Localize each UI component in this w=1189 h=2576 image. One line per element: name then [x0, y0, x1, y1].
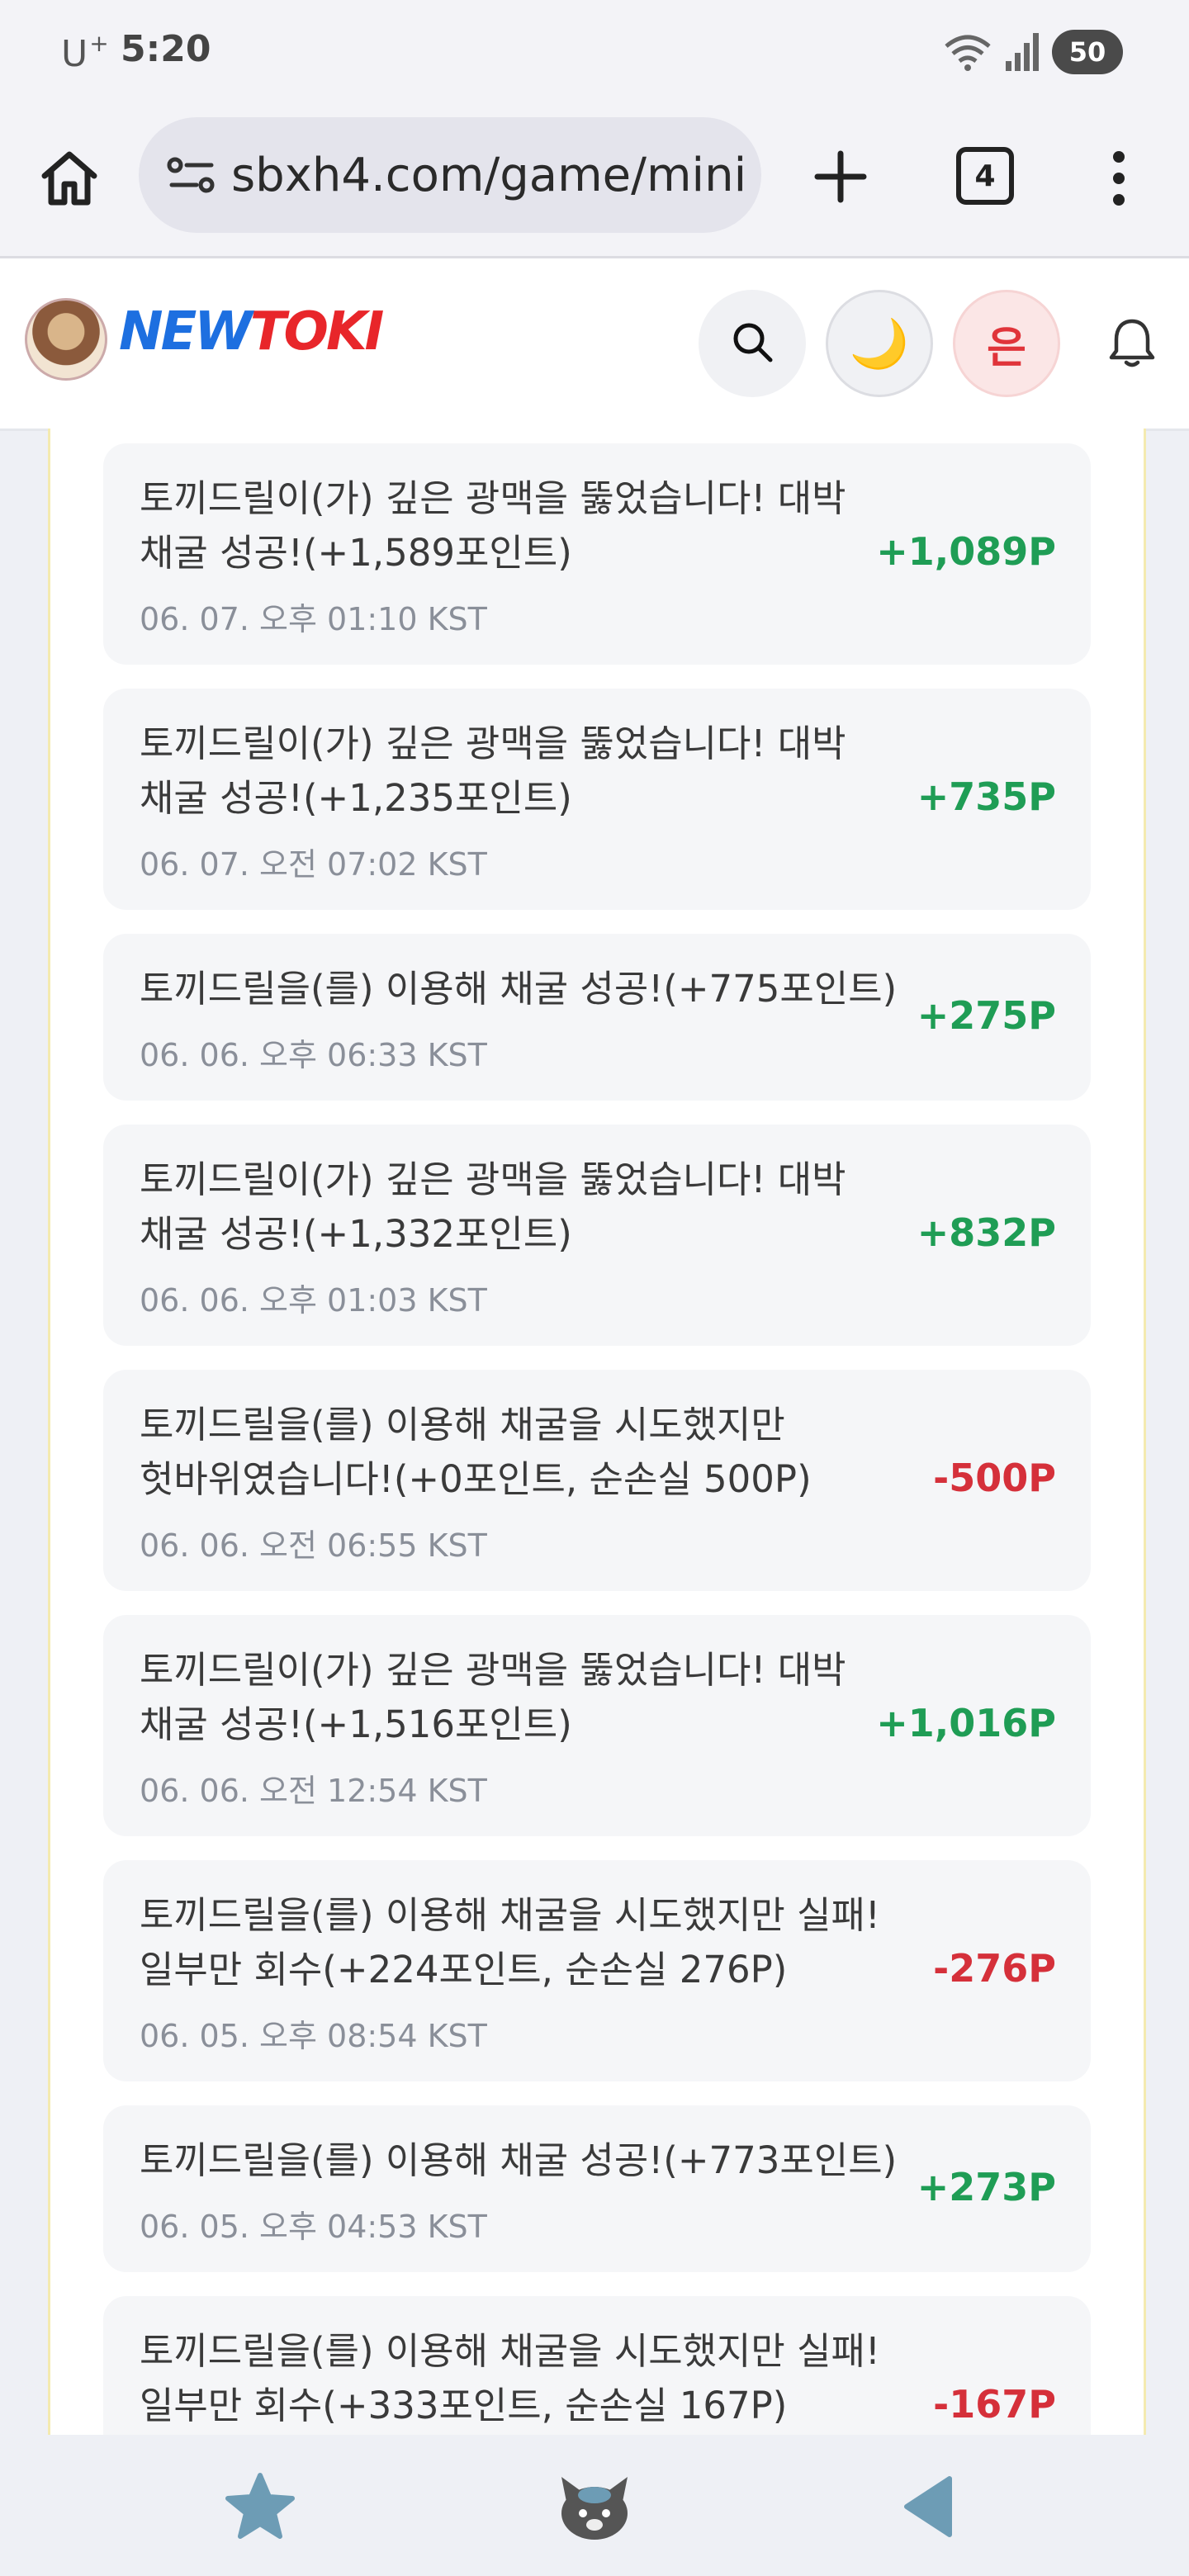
entry-date: 06. 07. 오후 01:10 KST [140, 601, 487, 637]
bell-icon[interactable] [1103, 315, 1161, 372]
home-icon[interactable] [36, 144, 102, 211]
entry-message: 토끼드릴이(가) 깊은 광맥을 뚫었습니다! 대박 채굴 성공!(+1,332포… [140, 1158, 846, 1256]
entry-date: 06. 06. 오전 06:55 KST [140, 1527, 487, 1564]
mascot-icon[interactable] [555, 2465, 634, 2548]
entry-amount: +1,089P [876, 529, 1056, 574]
entry-message: 토끼드릴이(가) 깊은 광맥을 뚫었습니다! 대박 채굴 성공!(+1,516포… [140, 1648, 846, 1746]
history-entry: 토끼드릴이(가) 깊은 광맥을 뚫었습니다! 대박 채굴 성공!(+1,332포… [103, 1125, 1091, 1346]
signal-icon [1004, 31, 1040, 73]
bottom-nav [0, 2436, 1189, 2576]
user-avatar-button[interactable]: 은 [953, 290, 1060, 397]
address-bar[interactable]: sbxh4.com/game/mini [139, 117, 761, 233]
site-header: NEWTOKI 🌙 은 [0, 258, 1189, 431]
history-entry: 토끼드릴을(를) 이용해 채굴 성공!(+775포인트) 06. 06. 오후 … [103, 934, 1091, 1101]
url-text[interactable]: sbxh4.com/game/mini [231, 149, 743, 202]
search-button[interactable] [699, 290, 806, 397]
entry-date: 06. 06. 오후 06:33 KST [140, 1037, 487, 1073]
entry-message: 토끼드릴을(를) 이용해 채굴을 시도했지만 헛바위였습니다!(+0포인트, 순… [140, 1403, 812, 1501]
entry-amount: +735P [917, 774, 1056, 819]
entry-amount: +273P [917, 2165, 1056, 2209]
entry-message: 토끼드릴을(를) 이용해 채굴 성공!(+773포인트) [140, 2138, 898, 2182]
battery-icon: 50 [1052, 30, 1123, 74]
site-logo[interactable]: NEWTOKI [119, 301, 384, 362]
entry-amount: +1,016P [876, 1701, 1056, 1745]
browser-toolbar: sbxh4.com/game/mini 4 [0, 107, 1189, 258]
entry-message: 토끼드릴을(를) 이용해 채굴을 시도했지만 실패! 일부만 회수(+224포인… [140, 1893, 880, 1991]
entry-message: 토끼드릴을(를) 이용해 채굴을 시도했지만 실패! 일부만 회수(+333포인… [140, 2329, 880, 2427]
wifi-icon [943, 31, 992, 73]
theme-toggle-button[interactable]: 🌙 [826, 290, 933, 397]
entry-amount: -276P [933, 1946, 1056, 1991]
entry-date: 06. 06. 오전 12:54 KST [140, 1773, 487, 1809]
history-entry: 토끼드릴이(가) 깊은 광맥을 뚫었습니다! 대박 채굴 성공!(+1,235포… [103, 689, 1091, 910]
history-entry: 토끼드릴을(를) 이용해 채굴을 시도했지만 실패! 일부만 회수(+224포인… [103, 1860, 1091, 2081]
search-icon [729, 319, 775, 368]
status-bar: U+ 5:20 50 [0, 0, 1189, 107]
moon-icon: 🌙 [849, 315, 910, 372]
back-triangle-icon[interactable] [900, 2474, 958, 2543]
entry-date: 06. 06. 오후 01:03 KST [140, 1282, 487, 1319]
history-entry: 토끼드릴을(를) 이용해 채굴을 시도했지만 헛바위였습니다!(+0포인트, 순… [103, 1370, 1091, 1591]
entry-date: 06. 05. 오후 04:53 KST [140, 2209, 487, 2245]
history-entry: 토끼드릴이(가) 깊은 광맥을 뚫었습니다! 대박 채굴 성공!(+1,516포… [103, 1615, 1091, 1836]
entry-message: 토끼드릴이(가) 깊은 광맥을 뚫었습니다! 대박 채굴 성공!(+1,235포… [140, 722, 846, 820]
entry-amount: -500P [933, 1456, 1056, 1500]
tab-count-button[interactable]: 4 [956, 147, 1014, 205]
entry-message: 토끼드릴을(를) 이용해 채굴 성공!(+775포인트) [140, 967, 898, 1011]
logo-avatar[interactable] [25, 298, 107, 381]
entry-date: 06. 07. 오전 07:02 KST [140, 846, 487, 883]
history-entry: 토끼드릴이(가) 깊은 광맥을 뚫었습니다! 대박 채굴 성공!(+1,589포… [103, 443, 1091, 665]
status-time: 5:20 [121, 28, 211, 70]
history-entry: 토끼드릴을(를) 이용해 채굴을 시도했지만 실패! 일부만 회수(+333포인… [103, 2296, 1091, 2435]
entry-message: 토끼드릴이(가) 깊은 광맥을 뚫었습니다! 대박 채굴 성공!(+1,589포… [140, 476, 846, 575]
entry-amount: +275P [917, 993, 1056, 1038]
more-vert-icon[interactable] [1098, 145, 1139, 211]
system-icons: 50 [943, 30, 1123, 74]
entry-amount: +832P [917, 1210, 1056, 1255]
plus-icon[interactable] [808, 144, 874, 210]
entry-amount: -167P [933, 2382, 1056, 2427]
mining-history-panel: 토끼드릴이(가) 깊은 광맥을 뚫었습니다! 대박 채굴 성공!(+1,589포… [48, 429, 1146, 2435]
site-info-icon[interactable] [167, 155, 216, 200]
history-entry: 토끼드릴을(를) 이용해 채굴 성공!(+773포인트) 06. 05. 오후 … [103, 2105, 1091, 2272]
star-icon[interactable] [225, 2470, 296, 2545]
carrier-label: U+ [61, 30, 109, 75]
entry-date: 06. 05. 오후 08:54 KST [140, 2018, 487, 2054]
